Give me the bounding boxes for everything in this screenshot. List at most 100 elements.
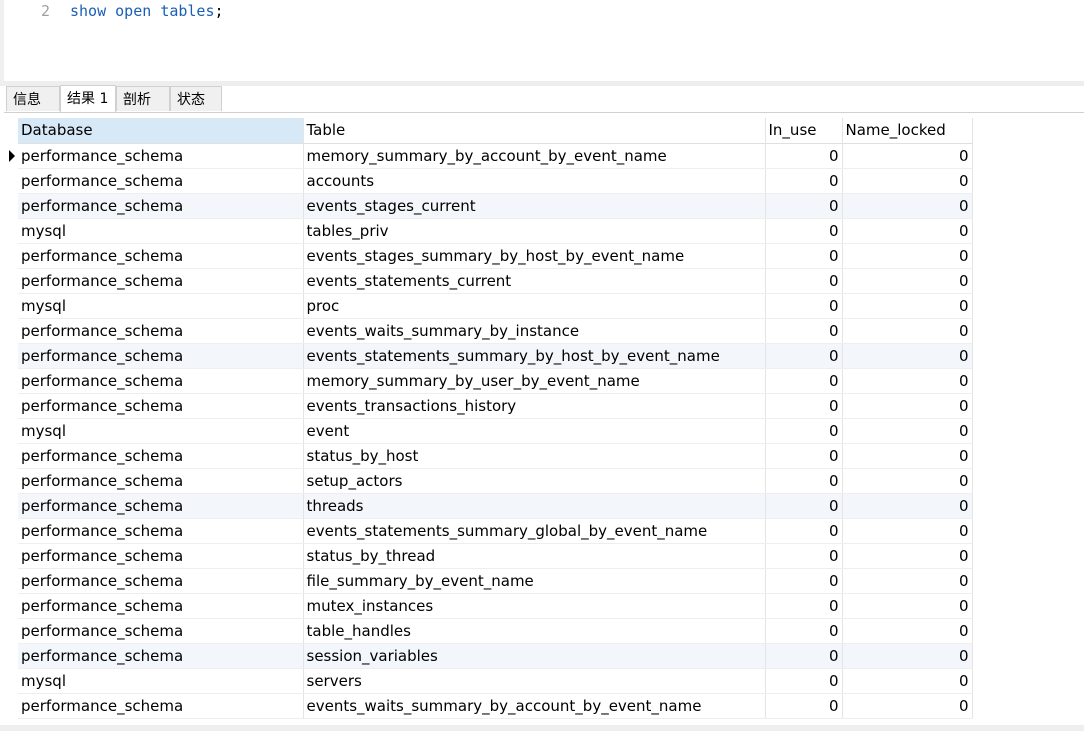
cell-database[interactable]: performance_schema <box>18 368 304 394</box>
cell-in-use[interactable]: 0 <box>765 543 843 569</box>
cell-in-use[interactable]: 0 <box>765 218 843 244</box>
table-row[interactable]: performance_schema memory_summary_by_user… <box>4 368 973 394</box>
table-row[interactable]: performance_schema mutex_instances 0 0 <box>4 593 973 619</box>
cell-table[interactable]: events_statements_summary_by_host_by_eve… <box>303 343 766 369</box>
table-row[interactable]: performance_schema file_summary_by_event_… <box>4 568 973 594</box>
table-row[interactable]: performance_schema events_stages_summary_… <box>4 243 973 269</box>
table-row[interactable]: performance_schema status_by_host 0 0 <box>4 443 973 469</box>
cell-database[interactable]: performance_schema <box>18 593 304 619</box>
cell-table[interactable]: threads <box>303 493 766 519</box>
cell-table[interactable]: events_transactions_history <box>303 393 766 419</box>
table-row[interactable]: performance_schema setup_actors 0 0 <box>4 468 973 494</box>
cell-in-use[interactable]: 0 <box>765 443 843 469</box>
cell-database[interactable]: mysql <box>18 668 304 694</box>
cell-table[interactable]: session_variables <box>303 643 766 669</box>
table-row[interactable]: performance_schema events_stages_current 0… <box>4 193 973 219</box>
cell-name-locked[interactable]: 0 <box>842 343 973 369</box>
cell-in-use[interactable]: 0 <box>765 368 843 394</box>
cell-in-use[interactable]: 0 <box>765 618 843 644</box>
cell-table[interactable]: event <box>303 418 766 444</box>
column-header-table[interactable]: Table <box>303 118 766 144</box>
cell-in-use[interactable]: 0 <box>765 668 843 694</box>
cell-database[interactable]: performance_schema <box>18 493 304 519</box>
table-row[interactable]: performance_schema events_transactions_hi… <box>4 393 973 419</box>
cell-name-locked[interactable]: 0 <box>842 393 973 419</box>
cell-database[interactable]: performance_schema <box>18 618 304 644</box>
cell-database[interactable]: performance_schema <box>18 193 304 219</box>
cell-database[interactable]: performance_schema <box>18 318 304 344</box>
cell-database[interactable]: performance_schema <box>18 518 304 544</box>
cell-table[interactable]: status_by_thread <box>303 543 766 569</box>
cell-name-locked[interactable]: 0 <box>842 543 973 569</box>
cell-table[interactable]: events_stages_current <box>303 193 766 219</box>
table-row[interactable]: performance_schema events_waits_summary_b… <box>4 693 973 719</box>
cell-table[interactable]: servers <box>303 668 766 694</box>
cell-table[interactable]: events_waits_summary_by_account_by_event… <box>303 693 766 719</box>
cell-in-use[interactable]: 0 <box>765 168 843 194</box>
cell-database[interactable]: performance_schema <box>18 168 304 194</box>
table-row[interactable]: mysql event 0 0 <box>4 418 973 444</box>
cell-database[interactable]: mysql <box>18 218 304 244</box>
cell-table[interactable]: status_by_host <box>303 443 766 469</box>
cell-database[interactable]: performance_schema <box>18 343 304 369</box>
tab-status[interactable]: 状态 <box>170 86 222 111</box>
cell-database[interactable]: performance_schema <box>18 468 304 494</box>
table-row[interactable]: mysql tables_priv 0 0 <box>4 218 973 244</box>
cell-in-use[interactable]: 0 <box>765 343 843 369</box>
cell-name-locked[interactable]: 0 <box>842 268 973 294</box>
cell-in-use[interactable]: 0 <box>765 418 843 444</box>
cell-in-use[interactable]: 0 <box>765 568 843 594</box>
cell-name-locked[interactable]: 0 <box>842 218 973 244</box>
cell-database[interactable]: mysql <box>18 418 304 444</box>
cell-table[interactable]: setup_actors <box>303 468 766 494</box>
table-row[interactable]: performance_schema status_by_thread 0 0 <box>4 543 973 569</box>
cell-database[interactable]: performance_schema <box>18 693 304 719</box>
sql-code-line[interactable]: show open tables; <box>70 2 224 20</box>
cell-table[interactable]: accounts <box>303 168 766 194</box>
cell-name-locked[interactable]: 0 <box>842 143 973 169</box>
cell-table[interactable]: file_summary_by_event_name <box>303 568 766 594</box>
cell-name-locked[interactable]: 0 <box>842 593 973 619</box>
cell-database[interactable]: mysql <box>18 293 304 319</box>
cell-name-locked[interactable]: 0 <box>842 518 973 544</box>
cell-in-use[interactable]: 0 <box>765 243 843 269</box>
cell-database[interactable]: performance_schema <box>18 568 304 594</box>
table-row[interactable]: performance_schema table_handles 0 0 <box>4 618 973 644</box>
table-row[interactable]: performance_schema threads 0 0 <box>4 493 973 519</box>
cell-name-locked[interactable]: 0 <box>842 318 973 344</box>
cell-table[interactable]: events_waits_summary_by_instance <box>303 318 766 344</box>
cell-name-locked[interactable]: 0 <box>842 418 973 444</box>
table-row[interactable]: performance_schema memory_summary_by_acco… <box>4 143 973 169</box>
cell-in-use[interactable]: 0 <box>765 143 843 169</box>
cell-table[interactable]: memory_summary_by_user_by_event_name <box>303 368 766 394</box>
cell-database[interactable]: performance_schema <box>18 268 304 294</box>
cell-in-use[interactable]: 0 <box>765 693 843 719</box>
table-row[interactable]: performance_schema events_statements_summ… <box>4 343 973 369</box>
column-header-in-use[interactable]: In_use <box>765 118 843 144</box>
cell-name-locked[interactable]: 0 <box>842 668 973 694</box>
cell-in-use[interactable]: 0 <box>765 318 843 344</box>
cell-name-locked[interactable]: 0 <box>842 293 973 319</box>
table-row[interactable]: performance_schema events_statements_curr… <box>4 268 973 294</box>
tab-info[interactable]: 信息 <box>6 86 60 111</box>
cell-in-use[interactable]: 0 <box>765 193 843 219</box>
cell-database[interactable]: performance_schema <box>18 643 304 669</box>
cell-name-locked[interactable]: 0 <box>842 168 973 194</box>
horizontal-scrollbar[interactable] <box>0 725 1084 731</box>
tab-profile[interactable]: 剖析 <box>116 86 170 111</box>
cell-database[interactable]: performance_schema <box>18 443 304 469</box>
table-row[interactable]: mysql proc 0 0 <box>4 293 973 319</box>
cell-name-locked[interactable]: 0 <box>842 618 973 644</box>
cell-in-use[interactable]: 0 <box>765 268 843 294</box>
cell-in-use[interactable]: 0 <box>765 593 843 619</box>
cell-database[interactable]: performance_schema <box>18 143 304 169</box>
cell-database[interactable]: performance_schema <box>18 543 304 569</box>
table-row[interactable]: mysql servers 0 0 <box>4 668 973 694</box>
cell-table[interactable]: proc <box>303 293 766 319</box>
cell-name-locked[interactable]: 0 <box>842 193 973 219</box>
cell-in-use[interactable]: 0 <box>765 393 843 419</box>
cell-name-locked[interactable]: 0 <box>842 643 973 669</box>
result-grid[interactable]: Database Table In_use Name_locked perfor… <box>4 118 1084 719</box>
cell-table[interactable]: events_stages_summary_by_host_by_event_n… <box>303 243 766 269</box>
cell-name-locked[interactable]: 0 <box>842 493 973 519</box>
